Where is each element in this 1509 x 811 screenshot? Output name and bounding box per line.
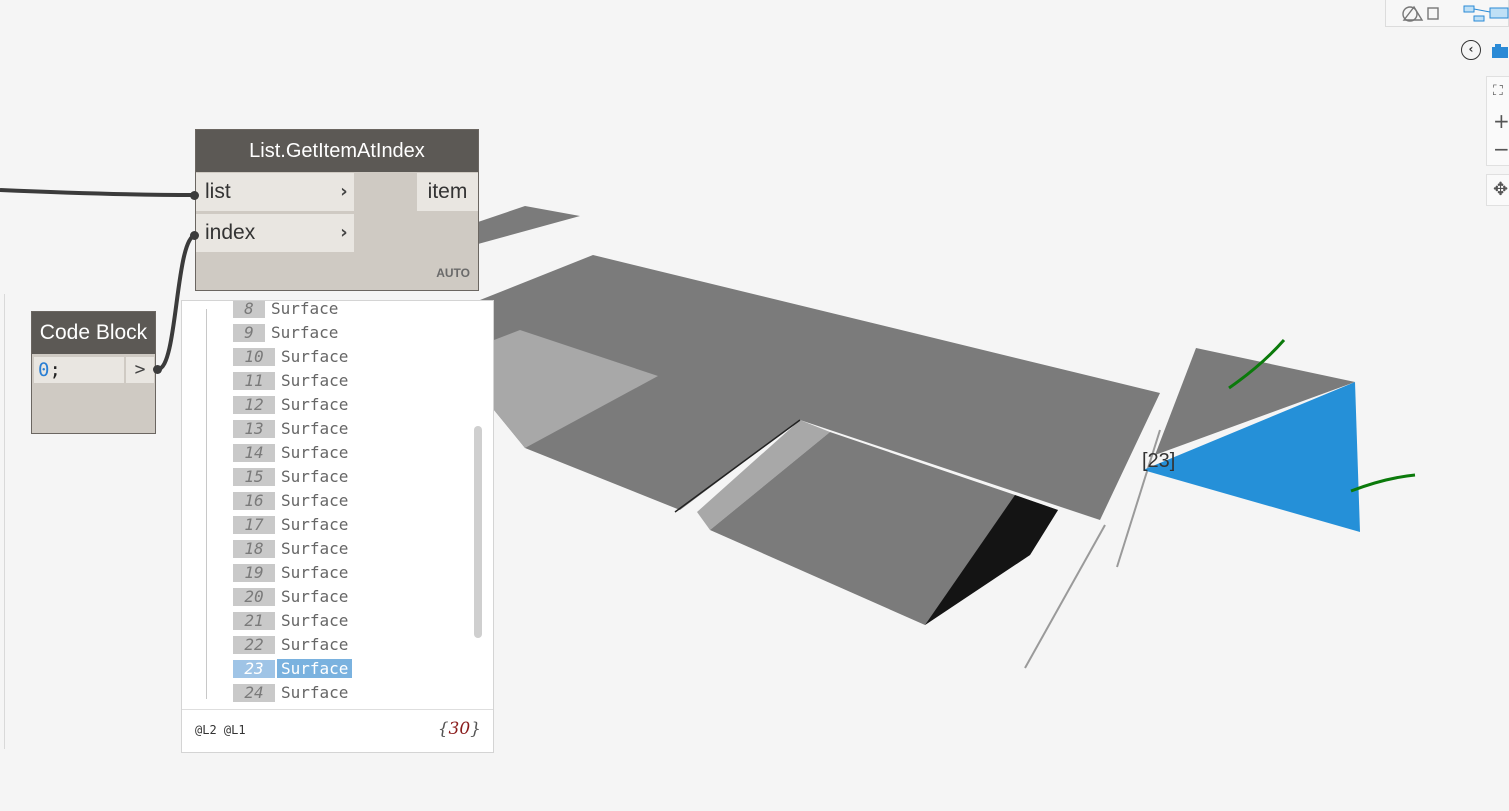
list-item-value: Surface xyxy=(281,515,349,534)
list-item-value: Surface xyxy=(271,301,339,318)
list-item[interactable]: 16 Surface xyxy=(233,491,348,511)
output-port[interactable]: > xyxy=(126,357,154,383)
pan-icon[interactable]: ✥ xyxy=(1493,179,1508,200)
list-item-index: 20 xyxy=(233,588,275,606)
list-item-value: Surface xyxy=(281,395,349,414)
list-item-value: Surface xyxy=(281,587,349,606)
code-editor[interactable]: 0; xyxy=(34,357,124,383)
list-item-index: 14 xyxy=(233,444,275,462)
output-port-item[interactable]: item xyxy=(417,173,478,211)
list-item-index: 10 xyxy=(233,348,275,366)
list-item-value: Surface xyxy=(277,659,353,678)
list-item-value: Surface xyxy=(281,419,349,438)
port-connector[interactable] xyxy=(190,231,199,240)
camera-icon[interactable] xyxy=(1490,42,1509,67)
list-item-value: Surface xyxy=(281,611,349,630)
list-item-value: Surface xyxy=(281,683,349,702)
list-item-index: 13 xyxy=(233,420,275,438)
fit-view-icon[interactable]: ⛶ xyxy=(1493,81,1509,101)
list-item[interactable]: 10 Surface xyxy=(233,347,348,367)
wire xyxy=(0,188,197,197)
selected-item-label: [23] xyxy=(1142,450,1176,472)
list-item[interactable]: 15 Surface xyxy=(233,467,348,487)
port-label: index xyxy=(205,221,256,244)
list-item-index: 22 xyxy=(233,636,275,654)
list-item-value: Surface xyxy=(281,635,349,654)
view-toggle-toolbar xyxy=(1385,0,1509,27)
chevron-right-icon: › xyxy=(340,181,348,202)
list-item[interactable]: 8 Surface xyxy=(233,301,338,319)
zoom-controls: ⛶ + − xyxy=(1486,76,1509,166)
list-item-index: 8 xyxy=(233,301,265,318)
lacing-indicator[interactable]: AUTO xyxy=(436,266,470,280)
port-connector[interactable] xyxy=(190,191,199,200)
preview-scrollbar[interactable] xyxy=(474,426,482,638)
preview-list[interactable]: 8 Surface 9 Surface 10 Surface 11 Surface 12 Surf… xyxy=(182,301,472,709)
list-item-index: 11 xyxy=(233,372,275,390)
list-item[interactable]: 13 Surface xyxy=(233,419,348,439)
port-connector[interactable] xyxy=(153,365,162,374)
list-item[interactable]: 23 Surface xyxy=(233,659,353,679)
list-item[interactable]: 14 Surface xyxy=(233,443,348,463)
geometry-view-icon[interactable] xyxy=(1396,2,1442,29)
list-item-index: 17 xyxy=(233,516,275,534)
list-item-index: 21 xyxy=(233,612,275,630)
list-item-index: 18 xyxy=(233,540,275,558)
node-title: List.GetItemAtIndex xyxy=(196,130,478,172)
list-item-index: 15 xyxy=(233,468,275,486)
surface-mesh xyxy=(478,206,580,244)
pan-controls: ✥ xyxy=(1486,174,1509,206)
zoom-in-button[interactable]: + xyxy=(1493,111,1509,131)
graph-view-icon[interactable] xyxy=(1462,2,1509,29)
list-item-value: Surface xyxy=(281,563,349,582)
list-item-index: 23 xyxy=(233,660,275,678)
list-item-index: 19 xyxy=(233,564,275,582)
list-item-index: 12 xyxy=(233,396,275,414)
list-item-value: Surface xyxy=(281,443,349,462)
list-item[interactable]: 17 Surface xyxy=(233,515,348,535)
list-item-value: Surface xyxy=(281,491,349,510)
input-port-index[interactable]: index › xyxy=(196,214,354,252)
list-item[interactable]: 19 Surface xyxy=(233,563,348,583)
list-item[interactable]: 21 Surface xyxy=(233,611,348,631)
list-item-value: Surface xyxy=(281,347,349,366)
list-levels[interactable]: @L2 @L1 xyxy=(195,723,246,737)
list-item-index: 16 xyxy=(233,492,275,510)
panel-divider xyxy=(0,294,5,749)
list-item[interactable]: 22 Surface xyxy=(233,635,348,655)
list-item[interactable]: 18 Surface xyxy=(233,539,348,559)
list-item[interactable]: 9 Surface xyxy=(233,323,338,343)
input-port-list[interactable]: list › xyxy=(196,173,354,211)
chevron-left-icon: ‹ xyxy=(1468,42,1474,56)
chevron-right-icon: › xyxy=(340,222,348,243)
code-number: 0 xyxy=(38,359,50,381)
list-item-value: Surface xyxy=(281,467,349,486)
list-item-value: Surface xyxy=(281,371,349,390)
list-item[interactable]: 11 Surface xyxy=(233,371,348,391)
preview-footer: @L2 @L1 {30} xyxy=(182,709,493,752)
list-item-index: 9 xyxy=(233,324,265,342)
zoom-out-button[interactable]: − xyxy=(1493,139,1509,159)
code-punct: ; xyxy=(49,359,61,381)
node-preview-bubble[interactable]: 8 Surface 9 Surface 10 Surface 11 Surface 12 Surf… xyxy=(181,300,494,753)
list-item-value: Surface xyxy=(281,539,349,558)
node-title: Code Block xyxy=(32,312,155,354)
list-item-index: 24 xyxy=(233,684,275,702)
node-code-block[interactable]: Code Block 0; > xyxy=(31,311,156,434)
surface-edge xyxy=(1024,524,1106,669)
back-button[interactable]: ‹ xyxy=(1461,40,1481,60)
list-item[interactable]: 24 Surface xyxy=(233,683,348,703)
node-list-getitematindex[interactable]: List.GetItemAtIndex list › index › item … xyxy=(195,129,479,291)
list-item-value: Surface xyxy=(271,323,339,342)
item-count: {30} xyxy=(437,719,481,739)
list-item[interactable]: 20 Surface xyxy=(233,587,348,607)
green-curve xyxy=(1350,473,1416,493)
port-label: list xyxy=(205,180,231,203)
list-item[interactable]: 12 Surface xyxy=(233,395,348,415)
